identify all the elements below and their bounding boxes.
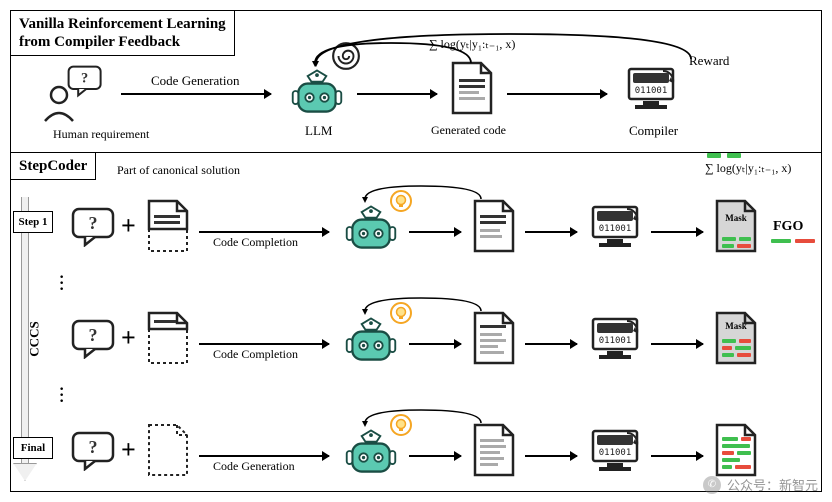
m2-r2 <box>722 346 732 350</box>
m1-g1 <box>722 237 736 241</box>
q-icon-3 <box>71 431 115 471</box>
sum-formula-lower: ∑ log(yₜ|y₁:ₜ₋₁, x) <box>705 161 791 176</box>
mask-doc-2: Mask <box>713 311 759 367</box>
comp-r2 <box>587 313 643 365</box>
diagram-frame: Vanilla Reinforcement Learning from Comp… <box>10 10 822 492</box>
gen-doc-1 <box>471 199 517 255</box>
comp-r3 <box>587 425 643 477</box>
human-icon <box>39 65 109 125</box>
q-icon-1 <box>71 207 115 247</box>
partial-doc-2 <box>145 311 191 367</box>
arrow-codegen-label: Code Generation <box>151 73 239 89</box>
row-mid: + Code Completion Mask <box>71 297 813 377</box>
m3-2 <box>741 437 751 441</box>
partial-doc-1 <box>145 199 191 255</box>
m1-r1 <box>737 244 751 248</box>
plus-1: + <box>121 211 136 241</box>
cccs-label: CCCS <box>27 321 43 356</box>
arrow-r2 <box>199 343 329 345</box>
m3-8 <box>735 465 751 469</box>
generated-code-icon <box>449 61 495 117</box>
m3-4 <box>722 451 734 455</box>
row-step1: + Code Completion Mask FGO <box>71 185 813 265</box>
row-final: + Code Generation <box>71 409 813 489</box>
mask-label-1: Mask <box>713 213 759 223</box>
upper-panel: Vanilla Reinforcement Learning from Comp… <box>11 11 821 153</box>
stepcoder-title: StepCoder <box>10 152 96 180</box>
arrow-llm-code <box>357 93 437 95</box>
llm-robot-icon <box>289 65 345 117</box>
mask-label-2: Mask <box>713 321 759 331</box>
m3-7 <box>722 465 732 469</box>
m2-g1 <box>722 339 736 343</box>
fgo-label: FGO <box>773 219 803 235</box>
arrow-r2d <box>651 343 703 345</box>
upper-title: Vanilla Reinforcement Learning from Comp… <box>10 10 235 56</box>
m3-5 <box>737 451 751 455</box>
m2-g3 <box>722 353 734 357</box>
dots-1: ··· <box>59 275 64 293</box>
final-box: Final <box>13 437 53 459</box>
fgo-g <box>771 239 791 243</box>
dots-2: ··· <box>59 387 64 405</box>
watermark-text: 公众号：新智元 <box>727 475 818 494</box>
fb-r1 <box>361 183 491 205</box>
compiler-label: Compiler <box>629 123 678 139</box>
m3-6 <box>722 458 740 462</box>
plus-2: + <box>121 323 136 353</box>
arrow-r1-label: Code Completion <box>213 235 298 250</box>
m3-3 <box>722 444 750 448</box>
watermark: ✆ 公众号：新智元 <box>703 475 818 494</box>
arrow-r1d <box>651 231 703 233</box>
mask-doc-3 <box>713 423 759 479</box>
q-icon-2 <box>71 319 115 359</box>
m3-1 <box>722 437 738 441</box>
top-green-bar-1 <box>707 153 721 158</box>
m2-r3 <box>737 353 751 357</box>
top-green-bar-2 <box>727 153 741 158</box>
arrow-r2b <box>409 343 461 345</box>
arrow-r1c <box>525 231 577 233</box>
arrow-r3b <box>409 455 461 457</box>
part-canonical-label: Part of canonical solution <box>117 163 240 178</box>
arrow-r3c <box>525 455 577 457</box>
mask-doc-1: Mask <box>713 199 759 255</box>
plus-3: + <box>121 435 136 465</box>
compiler-icon <box>623 63 679 115</box>
arrow-codegen <box>121 93 271 95</box>
arrow-r1 <box>199 231 329 233</box>
step1-box: Step 1 <box>13 211 53 233</box>
fgo-r <box>795 239 815 243</box>
arrow-r3-label: Code Generation <box>213 459 295 474</box>
fb-r3 <box>361 407 491 429</box>
m2-g2 <box>735 346 751 350</box>
lower-panel: StepCoder Part of canonical solution CCC… <box>11 153 821 491</box>
gen-doc-3 <box>471 423 517 479</box>
generated-code-label: Generated code <box>431 123 506 138</box>
feedback-arrow-2 <box>311 39 491 69</box>
llm-label: LLM <box>305 123 332 139</box>
arrow-r3d <box>651 455 703 457</box>
human-label: Human requirement <box>53 127 149 142</box>
arrow-r2-label: Code Completion <box>213 347 298 362</box>
empty-doc-3 <box>145 423 191 479</box>
wechat-icon: ✆ <box>703 476 721 494</box>
m2-r1 <box>739 339 751 343</box>
gen-doc-2 <box>471 311 517 367</box>
comp-r1 <box>587 201 643 253</box>
m1-g2 <box>739 237 751 241</box>
fb-r2 <box>361 295 491 317</box>
m1-g3 <box>722 244 734 248</box>
arrow-r1b <box>409 231 461 233</box>
arrow-r2c <box>525 343 577 345</box>
arrow-r3 <box>199 455 329 457</box>
arrow-code-compiler <box>507 93 607 95</box>
